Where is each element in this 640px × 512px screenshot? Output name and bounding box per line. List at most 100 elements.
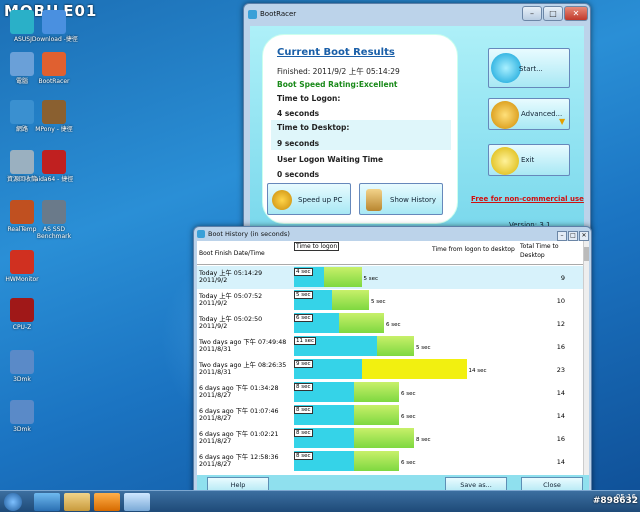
history-row[interactable]: Today 上午 05:07:52 2011/9/2 5 sec 5 sec 10	[197, 289, 583, 312]
logon-bar-label: 8 sec	[294, 452, 313, 460]
row-total: 16	[556, 435, 565, 443]
logon-bar-label: 9 sec	[294, 360, 313, 368]
hwmonitor-icon-image	[10, 250, 34, 274]
bootracer-taskbar-icon[interactable]	[124, 493, 150, 511]
app2-icon[interactable]: 3Dmk	[0, 400, 50, 433]
row-date: 2011/8/31	[199, 369, 232, 376]
results-panel: Current Boot Results Finished: 2011/9/2 …	[262, 34, 458, 224]
exit-button[interactable]: Exit	[488, 144, 570, 176]
taskbar: 05:16	[0, 490, 640, 512]
as-ssd-icon[interactable]: AS SSD Benchmark	[26, 200, 82, 240]
history-row[interactable]: Two days ago 下午 07:49:48 2011/8/31 11 sec 5…	[197, 335, 583, 358]
mpony-icon[interactable]: MPony - 捷徑	[26, 100, 82, 133]
row-total: 16	[556, 343, 565, 351]
speedup-button[interactable]: Speed up PC	[267, 183, 351, 215]
maximize-button[interactable]: □	[568, 231, 578, 241]
desktop-bar-label: 5 sec	[371, 299, 386, 305]
row-total: 9	[560, 274, 565, 282]
row-date-time: Two days ago 上午 08:26:35	[199, 362, 287, 369]
col-desktop: Time from logon to desktop	[432, 246, 515, 253]
ie-icon[interactable]	[34, 493, 60, 511]
jdownload-icon-image	[42, 10, 66, 34]
logon-bar-label: 8 sec	[294, 429, 313, 437]
app-icon	[197, 230, 205, 238]
logon-bar-label: 8 sec	[294, 383, 313, 391]
col-logon: Time to logon	[294, 242, 340, 251]
logon-bar-label: 8 sec	[294, 406, 313, 414]
scroll-thumb[interactable]	[584, 247, 589, 261]
logon-bar-label: 6 sec	[294, 314, 313, 322]
desktop-bar	[354, 405, 399, 425]
close-button[interactable]: ✕	[579, 231, 589, 241]
desktop-icon-label: HWMonitor	[5, 276, 39, 283]
desktop-bar	[376, 336, 414, 356]
aida64-icon-image	[42, 150, 66, 174]
jdownload-icon[interactable]: JDownload -捷徑	[26, 10, 82, 43]
desktop-icon-label: aida64 - 捷徑	[34, 176, 74, 183]
exit-arrow-icon	[491, 147, 519, 175]
minimize-button[interactable]: –	[557, 231, 567, 241]
waiting-label: User Logon Waiting Time	[277, 155, 384, 164]
history-titlebar[interactable]: Boot History (in seconds) – □ ✕	[194, 227, 591, 241]
finished-text: Finished: 2011/9/2 上午 05:14:29	[277, 67, 400, 76]
vertical-scrollbar[interactable]	[583, 241, 589, 475]
hwmonitor-icon[interactable]: HWMonitor	[0, 250, 50, 283]
checkmark-icon	[491, 53, 521, 83]
desktop-label: Time to Desktop:	[277, 123, 350, 132]
history-window: Boot History (in seconds) – □ ✕ Boot Finis…	[193, 226, 592, 498]
desktop-icon-label: MPony - 捷徑	[35, 126, 73, 133]
row-date: 2011/9/2	[199, 300, 228, 307]
row-date: 2011/8/27	[199, 415, 232, 422]
row-date-time: Today 上午 05:14:29	[199, 270, 263, 277]
history-title: Boot History (in seconds)	[208, 230, 290, 238]
history-row[interactable]: 6 days ago 下午 12:58:36 2011/8/27 8 sec 6 se…	[197, 450, 583, 473]
advanced-button[interactable]: Advanced... ▼	[488, 98, 570, 130]
gear-icon	[272, 190, 292, 210]
row-total: 23	[556, 366, 565, 374]
desktop-bar-label: 5 sec	[363, 276, 379, 282]
start-orb-icon[interactable]	[4, 493, 22, 511]
explorer-icon[interactable]	[64, 493, 90, 511]
desktop-value: 9 seconds	[277, 139, 320, 148]
bootracer-window: BootRacer – □ ✕ Current Boot Results Fin…	[243, 3, 591, 231]
desktop-bar	[354, 451, 399, 471]
aida64-icon[interactable]: aida64 - 捷徑	[26, 150, 82, 183]
desktop-bar-label: 6 sec	[401, 391, 416, 397]
desktop-bar-label: 6 sec	[401, 414, 416, 420]
start-button[interactable]: Start...	[488, 48, 570, 88]
history-row[interactable]: Today 上午 05:14:29 2011/9/2 4 sec 5 sec 9	[197, 266, 583, 289]
row-date: 2011/8/31	[199, 346, 232, 353]
cpuz-icon-image	[10, 298, 34, 322]
app1-icon[interactable]: 3Dmk	[0, 350, 50, 383]
app2-icon-image	[10, 400, 34, 424]
hourglass-icon	[366, 189, 382, 211]
row-total: 14	[556, 458, 565, 466]
history-row[interactable]: 6 days ago 下午 01:07:46 2011/8/27 8 sec 6 se…	[197, 404, 583, 427]
cpuz-icon[interactable]: CPU-Z	[0, 298, 50, 331]
desktop-bar	[339, 313, 384, 333]
desktop-bar	[354, 428, 414, 448]
row-date-time: Two days ago 下午 07:49:48	[199, 339, 287, 346]
minimize-button[interactable]: –	[522, 6, 542, 21]
col-total: Total Time to Desktop	[520, 243, 559, 259]
logon-bar-label: 11 sec	[294, 337, 317, 345]
row-total: 12	[556, 320, 565, 328]
show-history-button[interactable]: Show History	[359, 183, 443, 215]
logon-label: Time to Logon:	[277, 94, 341, 103]
close-button[interactable]: ✕	[564, 6, 588, 21]
maximize-button[interactable]: □	[543, 6, 563, 21]
media-player-icon[interactable]	[94, 493, 120, 511]
history-header: Boot Finish Date/Time Time to logon Time…	[197, 241, 583, 265]
free-license-link[interactable]: Free for non-commercial use	[471, 195, 584, 203]
bootracer-icon[interactable]: BootRacer	[26, 52, 82, 85]
history-row[interactable]: Today 上午 05:02:50 2011/9/2 6 sec 6 sec 12	[197, 312, 583, 335]
history-row[interactable]: 6 days ago 下午 01:34:28 2011/8/27 8 sec 6 se…	[197, 381, 583, 404]
app1-icon-image	[10, 350, 34, 374]
history-row[interactable]: Two days ago 上午 08:26:35 2011/8/31 9 sec 14…	[197, 358, 583, 381]
desktop-icon-label: 3Dmk	[13, 376, 31, 383]
desktop-bar	[361, 359, 467, 379]
history-row[interactable]: 6 days ago 下午 01:02:21 2011/8/27 8 sec 8 se…	[197, 427, 583, 450]
desktop-bar-label: 6 sec	[401, 460, 416, 466]
desktop-bar-label: 14 sec	[468, 368, 487, 374]
row-date: 2011/9/2	[199, 277, 228, 284]
